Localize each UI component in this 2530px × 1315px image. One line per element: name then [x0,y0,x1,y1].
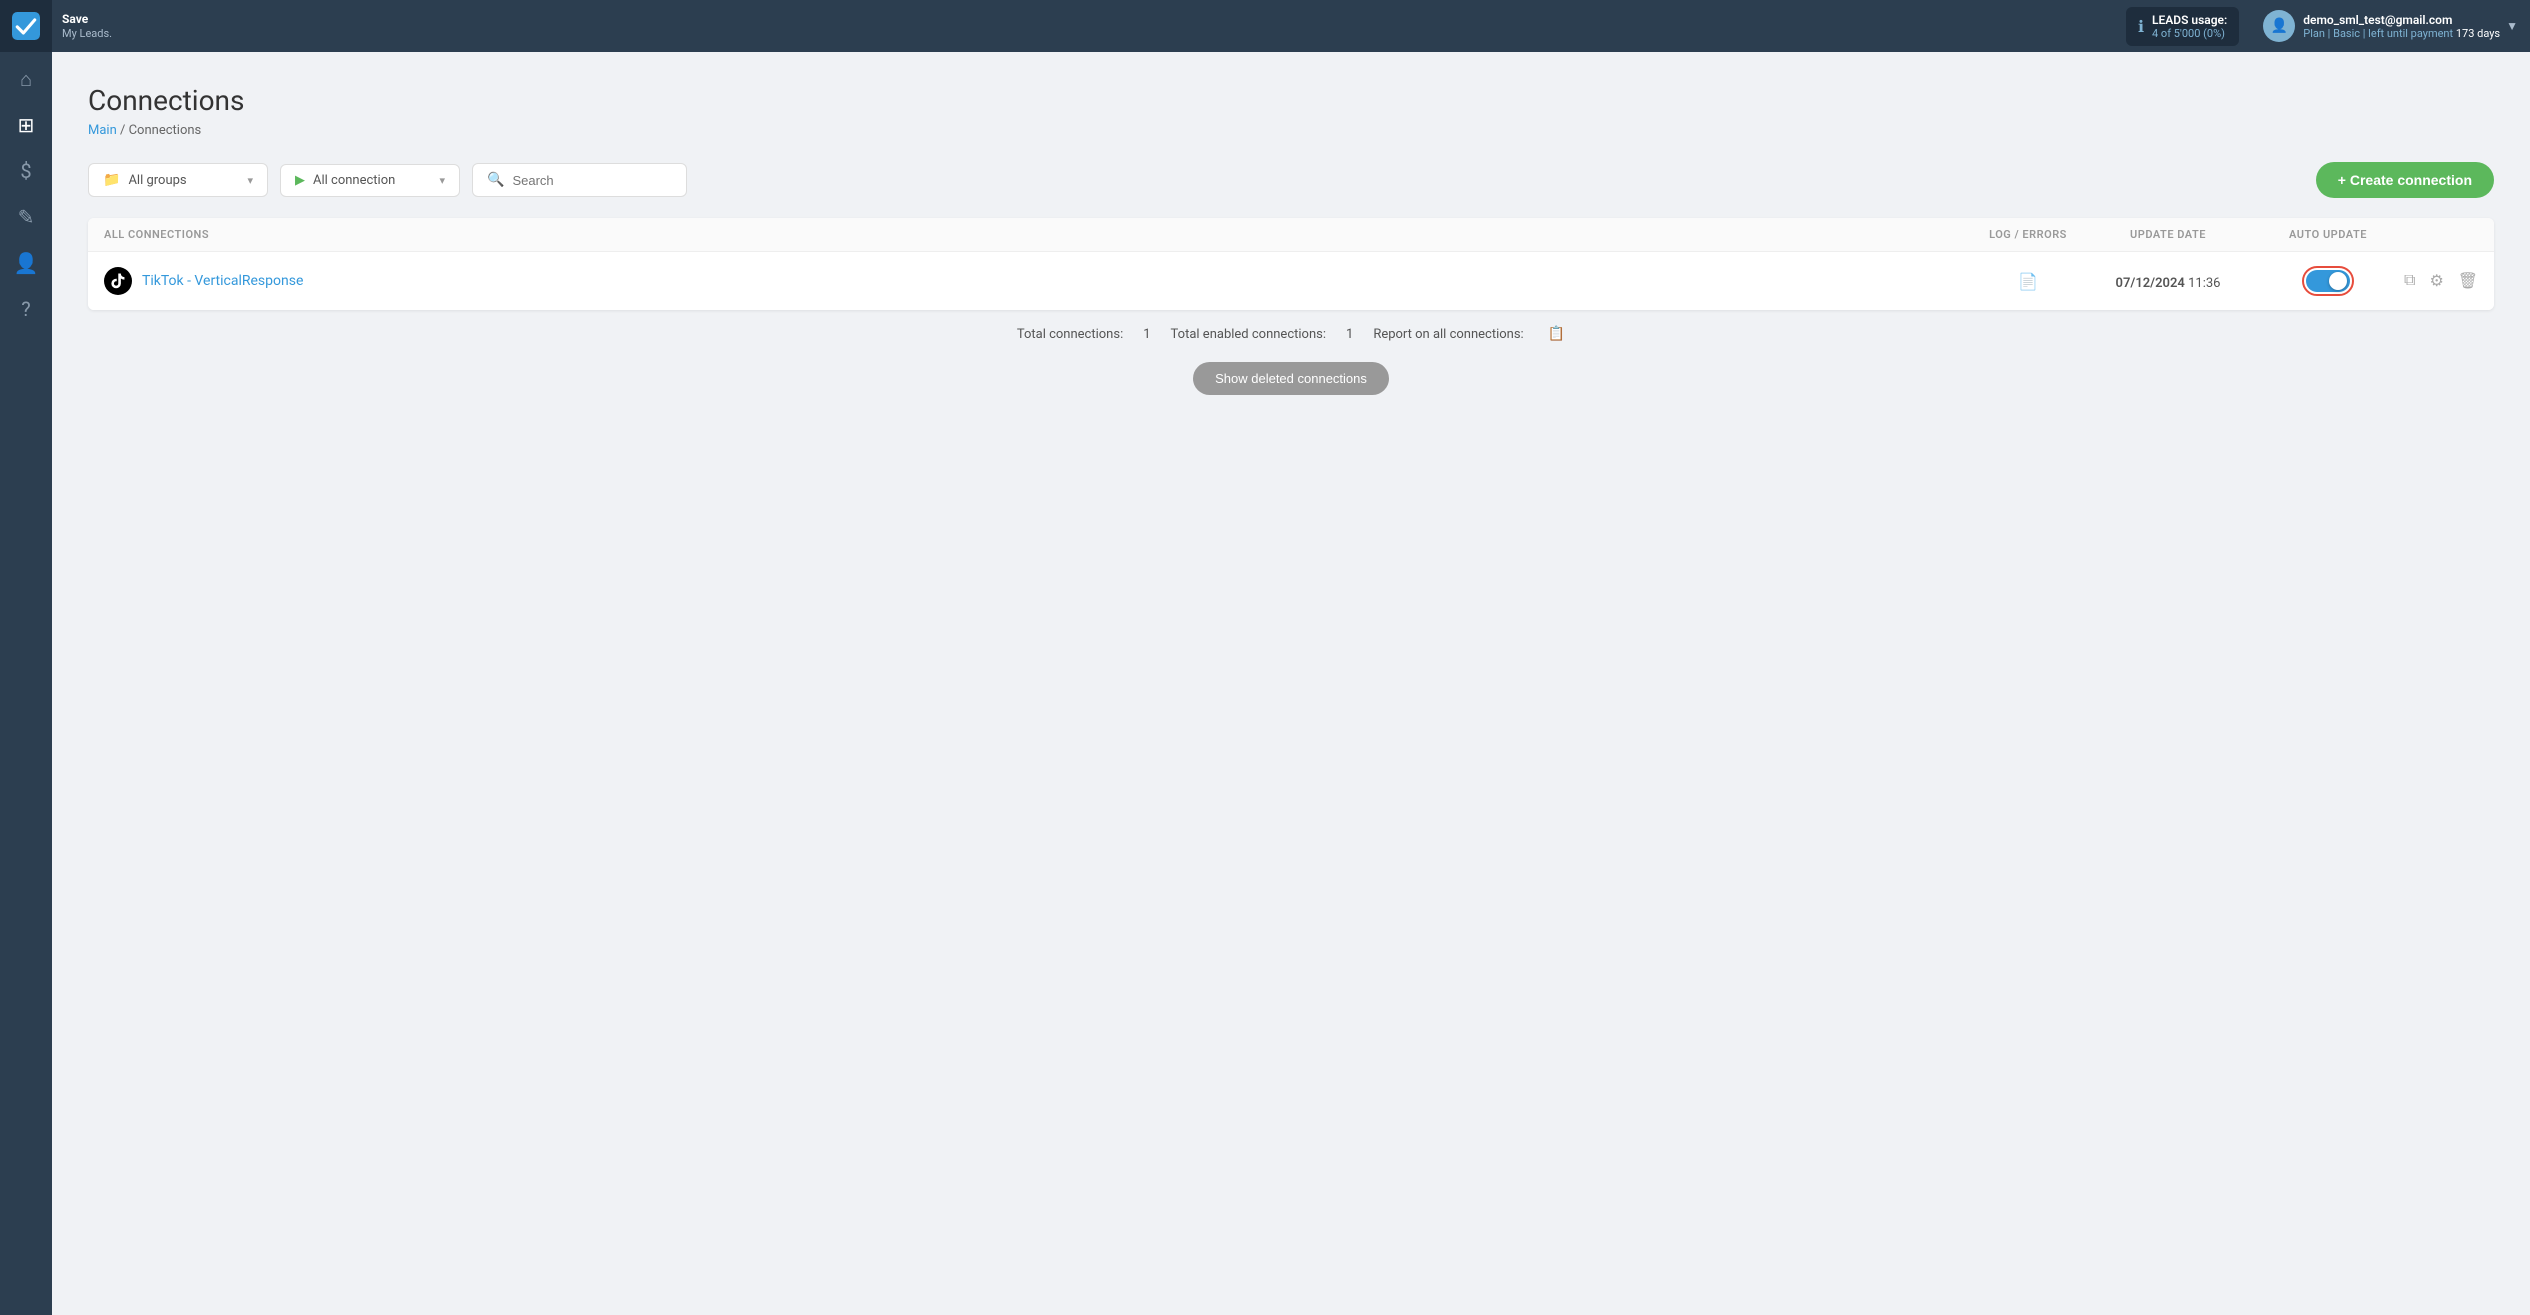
sidebar-item-connections[interactable]: ⊞ [0,102,52,148]
update-time: 11:36 [2188,276,2220,291]
info-icon: ℹ [2138,17,2144,36]
page-title: Connections [88,84,2494,117]
search-input[interactable] [512,173,672,188]
toggle-knob [2329,272,2347,290]
sidenav: ⌂ ⊞ $ ✎ 👤 ? [0,52,52,1315]
sidebar-item-help[interactable]: ? [0,286,52,332]
search-icon: 🔍 [487,172,504,188]
settings-button[interactable]: ⚙ [2423,267,2449,295]
col-all-connections: ALL CONNECTIONS [104,228,1978,241]
date-cell: 07/12/2024 11:36 [2078,272,2258,291]
sidebar-item-billing[interactable]: $ [0,148,52,194]
chevron-down-icon: ▼ [2506,19,2518,33]
search-wrap: 🔍 [472,163,687,197]
connection-name-cell: TikTok - VerticalResponse [104,267,1978,295]
user-menu[interactable]: 👤 demo_sml_test@gmail.com Plan | Basic |… [2251,10,2530,42]
connection-filter-label: All connection [313,173,395,188]
groups-label: All groups [128,173,186,188]
total-label: Total connections: [1017,327,1123,342]
sidebar-item-tasks[interactable]: ✎ [0,194,52,240]
sidebar-item-home[interactable]: ⌂ [0,56,52,102]
groups-dropdown[interactable]: 📁 All groups ▾ [88,163,268,197]
table-row: TikTok - VerticalResponse 📄 07/12/2024 1… [88,252,2494,310]
connection-filter-dropdown[interactable]: ▶ All connection ▾ [280,164,460,197]
report-label: Report on all connections: [1373,327,1523,342]
col-auto-update: AUTO UPDATE [2258,228,2398,241]
leads-usage[interactable]: ℹ LEADS usage: 4 of 5'000 (0%) [2126,7,2239,46]
avatar: 👤 [2263,10,2295,42]
delete-button[interactable]: 🗑 [2452,267,2484,295]
chevron-down-icon: ▾ [439,174,445,187]
brand-name-line2: My Leads. [62,27,112,40]
brand-name-line1: Save [62,12,112,26]
table-header: ALL CONNECTIONS LOG / ERRORS UPDATE DATE… [88,218,2494,252]
connection-link[interactable]: TikTok - VerticalResponse [142,273,303,289]
auto-update-toggle[interactable] [2306,270,2350,292]
stats-row: Total connections: 1 Total enabled conne… [88,310,2494,350]
col-log-errors: LOG / ERRORS [1978,228,2078,241]
actions-cell: ⧉ ⚙ 🗑 [2398,267,2478,295]
breadcrumb-current: Connections [129,123,202,138]
sidebar-item-profile[interactable]: 👤 [0,240,52,286]
enabled-label: Total enabled connections: [1171,327,1326,342]
show-deleted-wrap: Show deleted connections [88,350,2494,403]
document-icon[interactable]: 📄 [2018,272,2038,291]
copy-button[interactable]: ⧉ [2398,268,2421,294]
chevron-down-icon: ▾ [247,174,253,187]
tiktok-icon [104,267,132,295]
folder-icon: 📁 [103,172,120,188]
brand-logo[interactable] [0,0,52,52]
toggle-border [2302,266,2354,296]
filters-row: 📁 All groups ▾ ▶ All connection ▾ 🔍 + Cr… [88,162,2494,198]
show-deleted-button[interactable]: Show deleted connections [1193,362,1389,395]
enabled-value: 1 [1346,327,1353,342]
leads-value: 4 of 5'000 (0%) [2152,27,2227,40]
content-area: Connections Main / Connections 📁 All gro… [52,52,2530,1315]
play-icon: ▶ [295,173,305,188]
report-icon[interactable]: 📋 [1548,326,1565,342]
main-layout: ⌂ ⊞ $ ✎ 👤 ? Connections Main / Connectio… [0,52,2530,1315]
user-email: demo_sml_test@gmail.com [2303,13,2500,27]
leads-label: LEADS usage: [2152,13,2227,27]
breadcrumb: Main / Connections [88,123,2494,138]
user-plan: Plan | Basic | left until payment 173 da… [2303,27,2500,40]
create-connection-button[interactable]: + Create connection [2316,162,2494,198]
breadcrumb-main[interactable]: Main [88,123,117,138]
log-cell: 📄 [1978,272,2078,291]
auto-update-cell [2258,266,2398,296]
update-date: 07/12/2024 [2116,276,2185,291]
total-value: 1 [1143,327,1150,342]
connections-table: ALL CONNECTIONS LOG / ERRORS UPDATE DATE… [88,218,2494,310]
topbar: Save My Leads. ℹ LEADS usage: 4 of 5'000… [0,0,2530,52]
col-update-date: UPDATE DATE [2078,228,2258,241]
